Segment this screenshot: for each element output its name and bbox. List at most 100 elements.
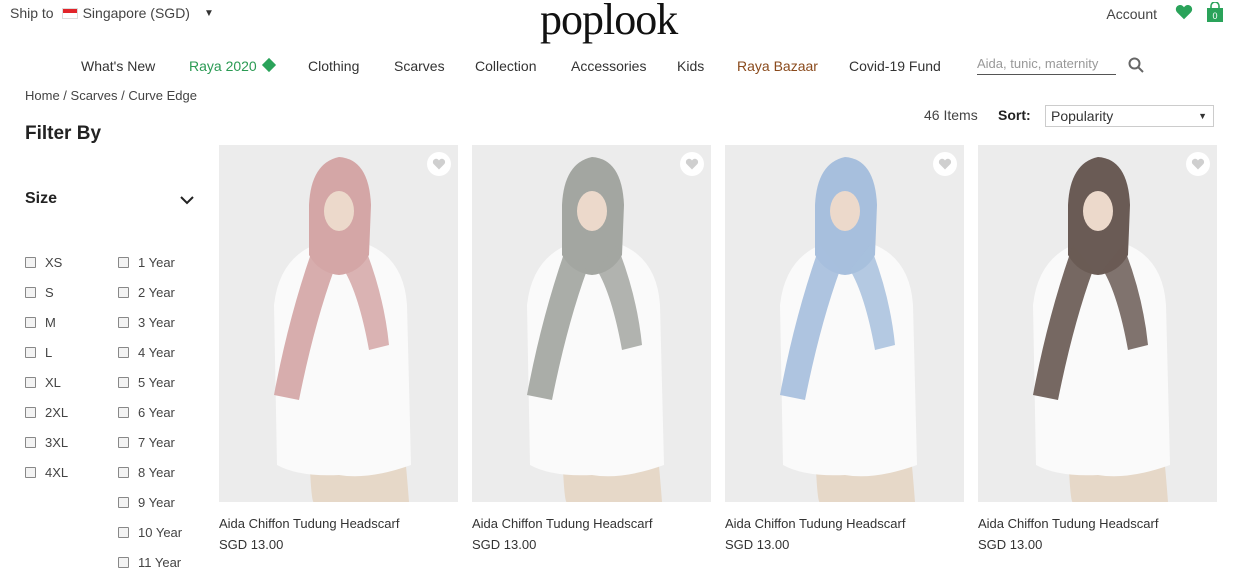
site-logo[interactable]: poplook bbox=[540, 0, 678, 45]
size-option[interactable]: M bbox=[25, 315, 56, 330]
size-option[interactable]: 11 Year bbox=[118, 555, 181, 570]
size-option-label: 7 Year bbox=[138, 435, 175, 450]
size-checkbox[interactable] bbox=[25, 347, 36, 358]
product-name[interactable]: Aida Chiffon Tudung Headscarf bbox=[978, 516, 1217, 531]
nav-item-raya-bazaar[interactable]: Raya Bazaar bbox=[737, 58, 818, 74]
size-option-label: 1 Year bbox=[138, 255, 175, 270]
product-card[interactable]: Aida Chiffon Tudung Headscarf SGD 13.00 bbox=[725, 145, 964, 552]
shopping-bag-icon[interactable]: 0 bbox=[1207, 1, 1223, 27]
wishlist-heart-icon[interactable] bbox=[1175, 4, 1193, 25]
size-option[interactable]: 7 Year bbox=[118, 435, 175, 450]
nav-item-collection[interactable]: Collection bbox=[475, 58, 536, 74]
size-filter-heading[interactable]: Size bbox=[25, 190, 57, 208]
sort-select[interactable]: Popularity ▼ bbox=[1045, 105, 1214, 127]
account-link[interactable]: Account bbox=[1106, 6, 1157, 22]
search-input[interactable]: Aida, tunic, maternity bbox=[977, 56, 1116, 75]
ketupat-icon bbox=[261, 57, 276, 73]
size-checkbox[interactable] bbox=[118, 467, 129, 478]
caret-down-icon: ▼ bbox=[1198, 111, 1207, 121]
product-card[interactable]: Aida Chiffon Tudung Headscarf SGD 13.00 bbox=[978, 145, 1217, 552]
sort-label: Sort: bbox=[998, 107, 1031, 123]
size-checkbox[interactable] bbox=[118, 347, 129, 358]
size-option[interactable]: 4 Year bbox=[118, 345, 175, 360]
size-option[interactable]: 2XL bbox=[25, 405, 68, 420]
wishlist-heart-icon[interactable] bbox=[933, 152, 957, 176]
size-checkbox[interactable] bbox=[118, 527, 129, 538]
product-image[interactable] bbox=[472, 145, 711, 502]
size-option-label: 11 Year bbox=[138, 555, 182, 570]
main-nav: What's New Raya 2020 Clothing Scarves Co… bbox=[0, 56, 1237, 80]
size-option[interactable]: L bbox=[25, 345, 52, 360]
size-option[interactable]: 2 Year bbox=[118, 285, 175, 300]
cart-count: 0 bbox=[1212, 11, 1217, 21]
wishlist-heart-icon[interactable] bbox=[680, 152, 704, 176]
product-name[interactable]: Aida Chiffon Tudung Headscarf bbox=[472, 516, 711, 531]
size-checkbox[interactable] bbox=[118, 377, 129, 388]
breadcrumb: Home / Scarves / Curve Edge bbox=[25, 88, 197, 103]
product-card[interactable]: Aida Chiffon Tudung Headscarf SGD 13.00 bbox=[472, 145, 711, 552]
ship-to-selector[interactable]: Ship to Singapore (SGD) ▼ bbox=[10, 5, 214, 21]
nav-item-raya-2020-label: Raya 2020 bbox=[189, 58, 257, 74]
size-checkbox[interactable] bbox=[25, 257, 36, 268]
size-checkbox[interactable] bbox=[25, 377, 36, 388]
size-option[interactable]: 1 Year bbox=[118, 255, 175, 270]
product-price: SGD 13.00 bbox=[472, 537, 537, 552]
size-checkbox[interactable] bbox=[25, 407, 36, 418]
nav-item-accessories[interactable]: Accessories bbox=[571, 58, 646, 74]
ship-to-label: Ship to bbox=[10, 5, 54, 21]
chevron-down-icon[interactable] bbox=[180, 192, 194, 210]
size-option[interactable]: 3 Year bbox=[118, 315, 175, 330]
wishlist-heart-icon[interactable] bbox=[1186, 152, 1210, 176]
size-option[interactable]: 3XL bbox=[25, 435, 68, 450]
size-checkbox[interactable] bbox=[118, 287, 129, 298]
size-option[interactable]: XL bbox=[25, 375, 61, 390]
size-option[interactable]: 4XL bbox=[25, 465, 68, 480]
breadcrumb-home[interactable]: Home bbox=[25, 88, 60, 103]
size-checkbox[interactable] bbox=[118, 317, 129, 328]
size-checkbox[interactable] bbox=[25, 317, 36, 328]
product-card[interactable]: Aida Chiffon Tudung Headscarf SGD 13.00 bbox=[219, 145, 458, 552]
breadcrumb-scarves[interactable]: Scarves bbox=[71, 88, 118, 103]
filter-title: Filter By bbox=[25, 123, 102, 144]
product-name[interactable]: Aida Chiffon Tudung Headscarf bbox=[725, 516, 964, 531]
product-image[interactable] bbox=[978, 145, 1217, 502]
product-image[interactable] bbox=[219, 145, 458, 502]
size-checkbox[interactable] bbox=[25, 437, 36, 448]
size-option[interactable]: S bbox=[25, 285, 54, 300]
size-option-label: 10 Year bbox=[138, 525, 183, 540]
size-checkbox[interactable] bbox=[25, 467, 36, 478]
nav-item-raya-2020[interactable]: Raya 2020 bbox=[189, 57, 276, 74]
size-option[interactable]: 8 Year bbox=[118, 465, 175, 480]
size-option[interactable]: 9 Year bbox=[118, 495, 175, 510]
nav-item-kids[interactable]: Kids bbox=[677, 58, 704, 74]
size-checkbox[interactable] bbox=[118, 497, 129, 508]
size-checkbox[interactable] bbox=[118, 557, 129, 568]
size-checkbox[interactable] bbox=[118, 257, 129, 268]
nav-item-whats-new[interactable]: What's New bbox=[81, 58, 155, 74]
item-count: 46 Items bbox=[924, 107, 978, 123]
wishlist-heart-icon[interactable] bbox=[427, 152, 451, 176]
size-option-label: L bbox=[45, 345, 53, 360]
size-checkbox[interactable] bbox=[25, 287, 36, 298]
size-option-label: 4 Year bbox=[138, 345, 175, 360]
country-value: Singapore (SGD) bbox=[82, 5, 190, 21]
size-option-label: 5 Year bbox=[138, 375, 175, 390]
size-checkbox[interactable] bbox=[118, 437, 129, 448]
size-option[interactable]: 10 Year bbox=[118, 525, 182, 540]
nav-item-covid-fund[interactable]: Covid-19 Fund bbox=[849, 58, 941, 74]
product-image[interactable] bbox=[725, 145, 964, 502]
size-option[interactable]: XS bbox=[25, 255, 62, 270]
size-option[interactable]: 6 Year bbox=[118, 405, 175, 420]
search-icon[interactable] bbox=[1128, 57, 1144, 76]
breadcrumb-curve-edge: Curve Edge bbox=[128, 88, 197, 103]
size-option[interactable]: 5 Year bbox=[118, 375, 175, 390]
size-option-label: 3 Year bbox=[138, 315, 175, 330]
nav-item-scarves[interactable]: Scarves bbox=[394, 58, 445, 74]
size-checkbox[interactable] bbox=[118, 407, 129, 418]
top-bar: Ship to Singapore (SGD) ▼ poplook Accoun… bbox=[0, 0, 1237, 48]
size-option-label: 2XL bbox=[45, 405, 69, 420]
nav-item-clothing[interactable]: Clothing bbox=[308, 58, 359, 74]
size-option-label: S bbox=[45, 285, 54, 300]
product-name[interactable]: Aida Chiffon Tudung Headscarf bbox=[219, 516, 458, 531]
size-option-label: M bbox=[45, 315, 56, 330]
